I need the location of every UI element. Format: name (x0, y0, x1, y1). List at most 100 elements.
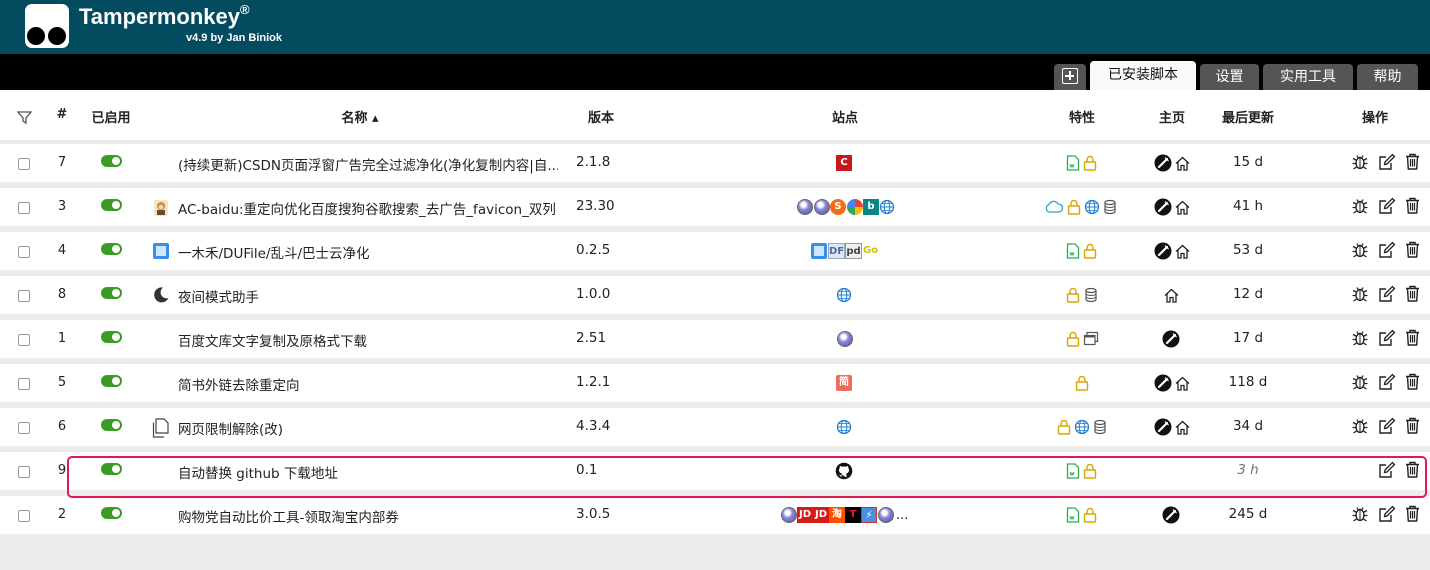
row-num: 1 (57, 331, 67, 346)
row-num: 3 (57, 199, 67, 214)
cloud-icon (1044, 199, 1064, 215)
edit-icon[interactable] (1378, 505, 1396, 525)
tmall-icon: ⚡ (861, 507, 877, 523)
col-features[interactable]: 特性 (1057, 107, 1107, 126)
debug-icon[interactable] (1352, 285, 1370, 305)
homepage-site-icon[interactable] (1153, 197, 1173, 217)
delete-icon[interactable] (1405, 373, 1423, 393)
enabled-toggle[interactable] (101, 419, 122, 431)
col-enabled[interactable]: 已启用 (86, 107, 136, 126)
homepage-site-icon[interactable] (1153, 153, 1173, 173)
script-name[interactable]: 简书外链去除重定向 (178, 374, 300, 394)
delete-icon[interactable] (1405, 285, 1423, 305)
home-icon[interactable] (1174, 375, 1191, 392)
enabled-toggle[interactable] (101, 287, 122, 299)
home-icon[interactable] (1174, 155, 1191, 172)
row-select-checkbox[interactable] (18, 510, 30, 522)
script-name[interactable]: 夜间模式助手 (178, 286, 259, 306)
add-script-icon (1062, 68, 1078, 84)
row-select-checkbox[interactable] (18, 466, 30, 478)
row-select-checkbox[interactable] (18, 290, 30, 302)
script-version: 3.0.5 (576, 506, 611, 522)
enabled-toggle[interactable] (101, 331, 122, 343)
globe-purple-icon (780, 507, 797, 523)
homepage-site-icon[interactable] (1153, 373, 1173, 393)
app-title: Tampermonkey® (79, 2, 250, 29)
row-select-checkbox[interactable] (18, 246, 30, 258)
tab-settings[interactable]: 设置 (1200, 64, 1259, 90)
script-features (1065, 329, 1099, 349)
enabled-toggle[interactable] (101, 155, 122, 167)
row-actions (1349, 285, 1421, 305)
edit-icon[interactable] (1378, 197, 1396, 217)
csdn-site-icon: C (836, 155, 852, 171)
tab-help[interactable]: 帮助 (1357, 64, 1418, 90)
row-select-checkbox[interactable] (18, 158, 30, 170)
enabled-toggle[interactable] (101, 243, 122, 255)
filter-icon[interactable] (17, 110, 32, 125)
edit-icon[interactable] (1378, 241, 1396, 261)
userscript-file-icon (1066, 155, 1080, 171)
col-last-updated[interactable]: 最后更新 (1208, 107, 1288, 126)
tab-add-script[interactable] (1054, 64, 1086, 90)
tab-utilities[interactable]: 实用工具 (1263, 64, 1353, 90)
homepage-site-icon[interactable] (1161, 505, 1181, 525)
debug-icon[interactable] (1352, 373, 1370, 393)
delete-icon[interactable] (1405, 153, 1423, 173)
col-num[interactable]: # (52, 107, 72, 122)
home-icon[interactable] (1174, 419, 1191, 436)
debug-icon[interactable] (1352, 153, 1370, 173)
enabled-toggle[interactable] (101, 375, 122, 387)
homepage-site-icon[interactable] (1161, 329, 1181, 349)
row-num: 5 (57, 375, 67, 390)
debug-icon[interactable] (1352, 241, 1370, 261)
edit-icon[interactable] (1378, 153, 1396, 173)
edit-icon[interactable] (1378, 329, 1396, 349)
debug-icon[interactable] (1352, 505, 1370, 525)
userscript-file-icon (1066, 507, 1080, 523)
home-icon[interactable] (1174, 199, 1191, 216)
script-name[interactable]: AC-baidu:重定向优化百度搜狗谷歌搜索_去广告_favicon_双列 (178, 198, 556, 218)
enabled-toggle[interactable] (101, 507, 122, 519)
script-features (1066, 241, 1098, 261)
home-icon[interactable] (1163, 287, 1180, 304)
home-icon[interactable] (1174, 243, 1191, 260)
row-select-checkbox[interactable] (18, 334, 30, 346)
script-sites (836, 285, 852, 305)
delete-icon[interactable] (1405, 241, 1423, 261)
col-sites[interactable]: 站点 (820, 107, 870, 126)
row-select-checkbox[interactable] (18, 202, 30, 214)
tab-bar: 已安装脚本 设置 实用工具 帮助 (0, 54, 1430, 90)
edit-icon[interactable] (1378, 285, 1396, 305)
script-row: 3 AC-baidu:重定向优化百度搜狗谷歌搜索_去广告_favicon_双列 23… (0, 188, 1430, 226)
script-homepage (1153, 417, 1191, 437)
jd-icon: JD (813, 507, 829, 523)
debug-icon[interactable] (1352, 329, 1370, 349)
script-name[interactable]: 购物党自动比价工具-领取淘宝内部券 (178, 506, 399, 526)
pd-icon: pd (845, 243, 862, 259)
script-icon (152, 286, 170, 304)
debug-icon[interactable] (1352, 417, 1370, 437)
debug-icon[interactable] (1352, 197, 1370, 217)
tab-installed-scripts[interactable]: 已安装脚本 (1090, 61, 1196, 90)
delete-icon[interactable] (1405, 505, 1423, 525)
script-name[interactable]: 一木禾/DUFile/乱斗/巴士云净化 (178, 242, 370, 262)
homepage-site-icon[interactable] (1153, 417, 1173, 437)
edit-icon[interactable] (1378, 373, 1396, 393)
row-select-checkbox[interactable] (18, 422, 30, 434)
col-name[interactable]: 名称 ▴ (320, 107, 400, 126)
script-name[interactable]: 百度文库文字复制及原格式下载 (178, 330, 367, 350)
script-name[interactable]: (持续更新)CSDN页面浮窗广告完全过滤净化(净化复制内容|自... (178, 154, 558, 174)
delete-icon[interactable] (1405, 197, 1423, 217)
script-homepage (1163, 285, 1180, 305)
homepage-site-icon[interactable] (1153, 241, 1173, 261)
col-version[interactable]: 版本 (576, 107, 626, 126)
col-homepage[interactable]: 主页 (1147, 107, 1197, 126)
script-name[interactable]: 网页限制解除(改) (178, 418, 283, 438)
row-select-checkbox[interactable] (18, 378, 30, 390)
enabled-toggle[interactable] (101, 199, 122, 211)
delete-icon[interactable] (1405, 329, 1423, 349)
edit-icon[interactable] (1378, 417, 1396, 437)
script-homepage (1161, 329, 1181, 349)
delete-icon[interactable] (1405, 417, 1423, 437)
